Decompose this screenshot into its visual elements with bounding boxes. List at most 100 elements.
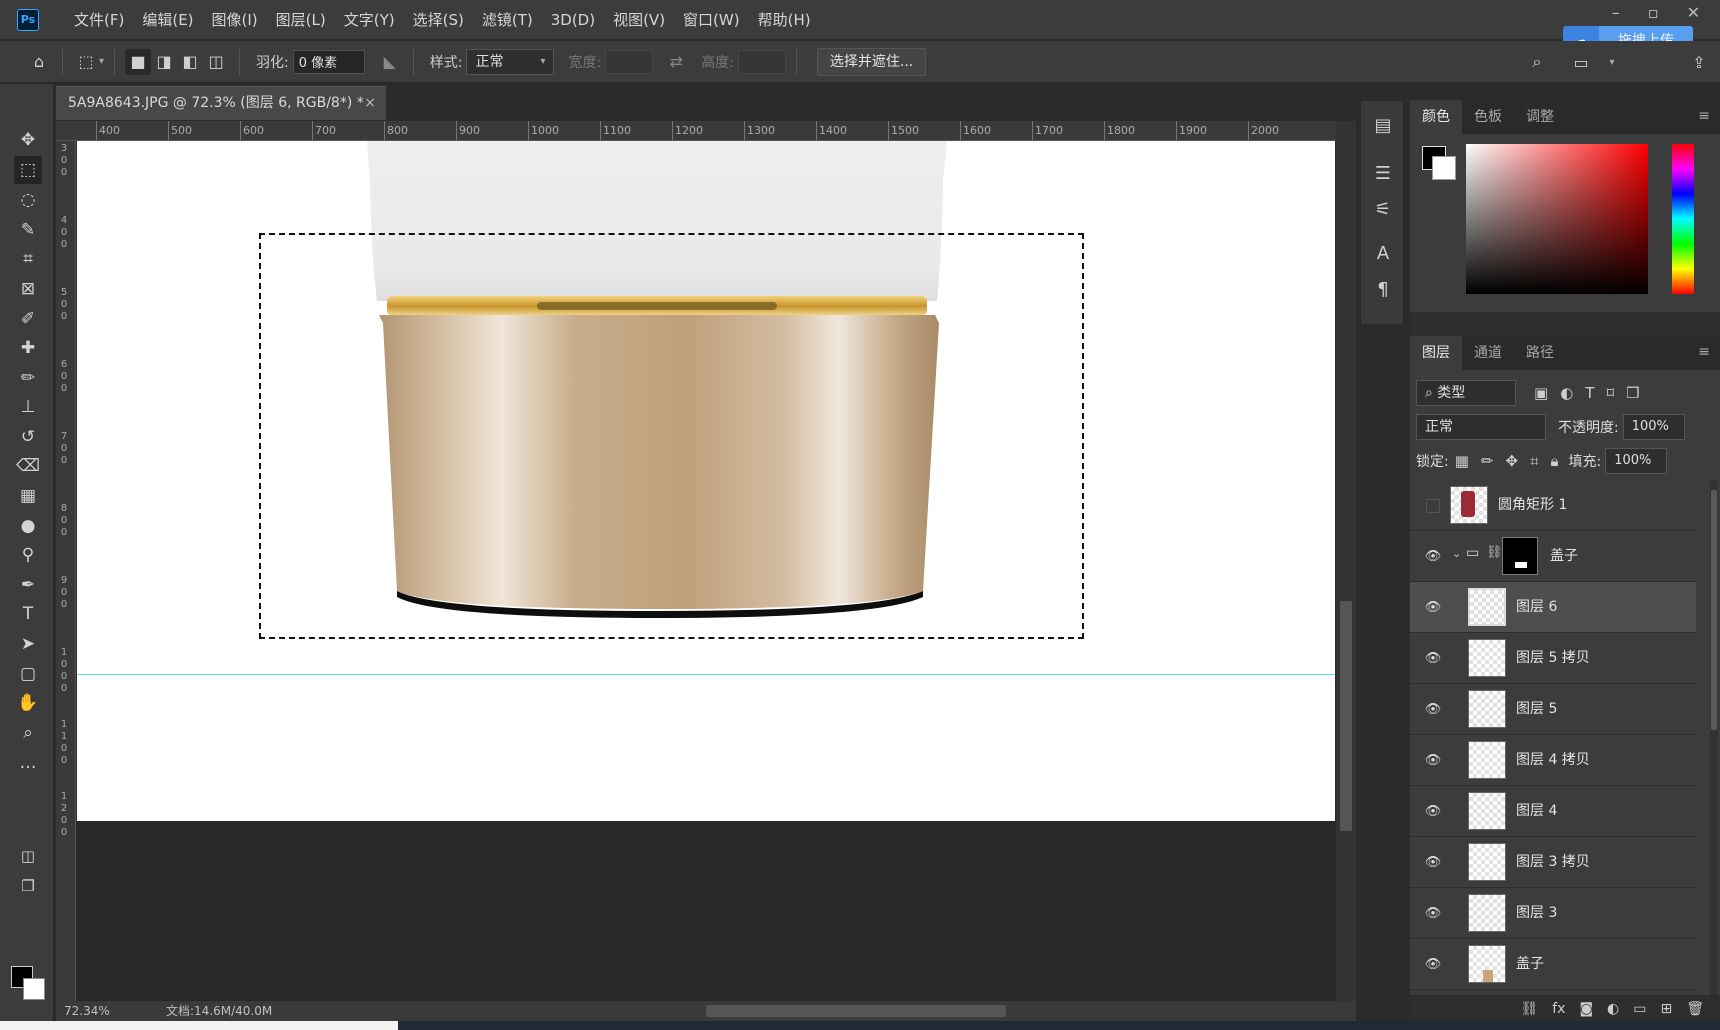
hue-slider[interactable] [1672,144,1694,294]
background-color-swatch[interactable] [23,978,45,1000]
brush-icon[interactable]: ✏ [14,364,42,392]
menu-view[interactable]: 视图(V) [604,0,674,40]
chevron-down-icon[interactable]: ▾ [99,56,104,67]
scrollbar-thumb[interactable] [1711,490,1717,730]
layer-name[interactable]: 图层 4 拷贝 [1516,735,1590,786]
type-filter-icon[interactable]: T [1585,384,1594,402]
eye-icon[interactable]: 👁︎ [1424,700,1442,718]
move-tool-icon[interactable]: ✥ [14,126,42,154]
pen-icon[interactable]: ✒ [14,571,42,599]
healing-brush-icon[interactable]: ✚ [14,334,42,362]
marquee-preset-icon[interactable]: ⬚ [73,49,99,75]
new-group-icon[interactable]: ▭ [1633,1001,1646,1017]
minimize-icon[interactable]: – [1612,0,1620,26]
close-icon[interactable]: ✕ [1687,0,1700,26]
history-brush-icon[interactable]: ↺ [14,423,42,451]
color-saturation-field[interactable] [1466,144,1648,294]
vertical-scrollbar[interactable] [1336,121,1356,1001]
layer-row[interactable]: 👁︎ 图层 5 拷贝 [1410,633,1696,684]
paragraph-icon[interactable]: ¶ [1371,277,1395,301]
adjustment-layer-icon[interactable]: ◐ [1607,1001,1619,1017]
gradient-icon[interactable]: ▦ [14,482,42,510]
add-mask-icon[interactable]: ◙ [1579,1001,1593,1017]
eye-icon[interactable]: 👁︎ [1424,955,1442,973]
crop-icon[interactable]: ⌗ [14,245,42,273]
layer-name[interactable]: 图层 4 [1516,786,1557,837]
smart-object-filter-icon[interactable]: ❒ [1626,384,1639,402]
layer-name[interactable]: 圆角矩形 1 [1498,480,1567,531]
quick-mask-icon[interactable]: ◫ [14,842,42,870]
panel-menu-icon[interactable]: ≡ [1698,344,1710,360]
intersect-selection-icon[interactable]: ◫ [203,49,229,75]
menu-help[interactable]: 帮助(H) [749,0,820,40]
new-selection-icon[interactable]: ■ [125,48,152,75]
properties-icon[interactable]: ⚟ [1371,197,1395,221]
layer-row[interactable]: 👁︎ 盖子 [1410,939,1696,990]
layer-name[interactable]: 图层 5 [1516,684,1557,735]
add-selection-icon[interactable]: ◨ [151,49,177,75]
chevron-down-icon[interactable]: ⌄ [1452,547,1461,560]
share-icon[interactable]: ⇪ [1686,49,1712,75]
marquee-selection[interactable] [259,233,1084,639]
eye-icon[interactable]: 👁︎ [1424,547,1442,565]
layer-name[interactable]: 图层 5 拷贝 [1516,633,1590,684]
layer-row-selected[interactable]: 👁︎ 图层 6 [1410,582,1696,633]
dodge-icon[interactable]: ⚲ [14,541,42,569]
path-selection-icon[interactable]: ➤ [14,630,42,658]
layer-style-icon[interactable]: fx [1552,1001,1565,1017]
lock-all-icon[interactable]: 🔒︎ [1551,452,1559,470]
frame-icon[interactable]: ⊠ [14,275,42,303]
lasso-icon[interactable]: ◌ [14,186,42,214]
menu-type[interactable]: 文字(Y) [335,0,404,40]
layer-row[interactable]: 👁︎ 图层 3 [1410,888,1696,939]
eraser-icon[interactable]: ⌫ [14,452,42,480]
subtract-selection-icon[interactable]: ◧ [177,49,203,75]
new-layer-icon[interactable]: ⊞ [1660,1001,1672,1017]
screen-mode-icon[interactable]: ❐ [14,872,42,900]
eye-icon[interactable]: 👁︎ [1424,853,1442,871]
menu-file[interactable]: 文件(F) [65,0,133,40]
close-icon[interactable]: × [364,87,376,119]
libraries-icon[interactable]: ▤ [1371,113,1395,137]
menu-window[interactable]: 窗口(W) [674,0,749,40]
layer-name[interactable]: 盖子 [1550,531,1578,582]
adjustment-filter-icon[interactable]: ◐ [1560,384,1573,402]
quick-selection-icon[interactable]: ✎ [14,216,42,244]
style-select[interactable]: 正常 ▾ [466,48,555,75]
canvas-area[interactable] [77,141,1335,1001]
layer-row[interactable]: 👁︎ 图层 4 [1410,786,1696,837]
search-icon[interactable]: ⌕ [1524,49,1550,75]
fill-input[interactable]: 100% [1605,448,1668,474]
home-icon[interactable]: ⌂ [26,49,52,75]
panel-menu-icon[interactable]: ≡ [1698,108,1710,124]
workspace-icon[interactable]: ▭ [1568,49,1594,75]
layer-group-row[interactable]: 👁︎ ⌄ ▭ ⛓︎ 盖子 [1410,531,1696,582]
zoom-level[interactable]: 72.34% [64,1001,110,1021]
menu-layer[interactable]: 图层(L) [267,0,335,40]
layer-name[interactable]: 图层 3 拷贝 [1516,837,1590,888]
layer-row[interactable]: 圆角矩形 1 [1410,480,1696,531]
menu-3d[interactable]: 3D(D) [542,0,604,40]
taskbar-search-area[interactable] [0,1021,398,1030]
tab-adjustments[interactable]: 调整 [1514,100,1566,134]
eye-icon[interactable]: 👁︎ [1424,904,1442,922]
menu-select[interactable]: 选择(S) [404,0,473,40]
link-layers-icon[interactable]: ⛓︎ [1520,1001,1538,1017]
scrollbar-thumb[interactable] [1340,601,1352,831]
lock-pixels-icon[interactable]: ✏ [1481,452,1494,470]
layer-row[interactable]: 👁︎ 图层 3 拷贝 [1410,837,1696,888]
brush-settings-icon[interactable]: ☰ [1371,161,1395,185]
visibility-toggle[interactable] [1426,499,1440,513]
link-icon[interactable]: ⛓︎ [1486,545,1503,560]
layer-filter-select[interactable]: ⌕ 类型 [1416,380,1516,406]
lock-transparent-icon[interactable]: ▦ [1455,452,1469,470]
character-icon[interactable]: A [1371,241,1395,265]
image-filter-icon[interactable]: ▣ [1534,384,1548,402]
layer-row[interactable]: 👁︎ 图层 4 拷贝 [1410,735,1696,786]
maximize-icon[interactable]: ▫ [1648,0,1659,26]
layer-name[interactable]: 盖子 [1516,939,1544,990]
tab-channels[interactable]: 通道 [1462,336,1514,370]
tab-swatches[interactable]: 色板 [1462,100,1514,134]
feather-input[interactable] [292,49,365,74]
layers-scrollbar[interactable] [1710,480,1718,995]
